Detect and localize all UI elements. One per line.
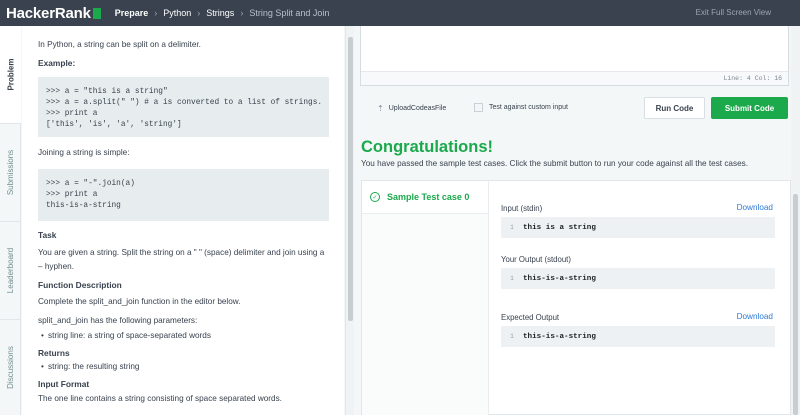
expected-output-value: this-is-a-string [523, 332, 596, 341]
returns-list-item: • string: the resulting string [38, 361, 329, 373]
input-box: 1 this is a string [501, 217, 775, 238]
join-code-block: >>> a = "-".join(a) >>> print a this-is-… [38, 169, 329, 221]
tab-problem-label: Problem [6, 58, 16, 91]
chevron-right-icon: › [197, 8, 201, 18]
upload-code-button[interactable]: ⇡ UploadCodeasFile [377, 104, 446, 113]
input-value: this is a string [523, 223, 596, 232]
hackerrank-logo[interactable]: HackerRank [6, 5, 101, 22]
tab-leaderboard-label: Leaderboard [6, 247, 15, 294]
breadcrumb-python[interactable]: Python [163, 8, 191, 18]
testcase-item[interactable]: ✓ Sample Test case 0 [362, 181, 488, 214]
parameter-list-item: • string line: a string of space-separate… [38, 330, 329, 342]
breadcrumb-current: String Split and Join [249, 8, 330, 18]
expected-output-label: Expected Output [501, 313, 560, 322]
breadcrumb: Prepare › Python › Strings › String Spli… [115, 8, 330, 18]
output-value: this-is-a-string [523, 274, 596, 283]
testcase-list: ✓ Sample Test case 0 [362, 181, 489, 415]
problem-scrollbar[interactable] [345, 26, 354, 415]
output-label: Your Output (stdout) [501, 255, 571, 264]
logo-square-icon [92, 7, 101, 19]
custom-input-toggle[interactable]: Test against custom input [474, 103, 568, 112]
tab-submissions[interactable]: Submissions [0, 124, 21, 222]
tab-leaderboard[interactable]: Leaderboard [0, 222, 21, 320]
task-heading: Task [38, 230, 57, 240]
example-code-block: >>> a = "this is a string" >>> a = a.spl… [38, 77, 329, 137]
line-number: 1 [510, 275, 514, 282]
breadcrumb-prepare[interactable]: Prepare [115, 8, 149, 18]
breadcrumb-strings[interactable]: Strings [206, 8, 234, 18]
test-results-panel: ✓ Sample Test case 0 Input (stdin) Downl… [361, 180, 791, 415]
result-title: Congratulations! [361, 138, 493, 156]
parameters-text: split_and_join has the following paramet… [38, 316, 198, 325]
check-circle-icon: ✓ [370, 192, 380, 202]
logo-text: HackerRank [6, 4, 91, 22]
download-input-link[interactable]: Download [737, 203, 773, 212]
upload-code-label: UploadCodeasFile [388, 105, 447, 112]
result-message: You have passed the sample test cases. C… [361, 159, 749, 168]
function-description-text: Complete the split_and_join function in … [38, 297, 241, 306]
custom-input-label: Test against custom input [489, 104, 568, 111]
vertical-tabs: Problem Submissions Leaderboard Discussi… [0, 26, 21, 415]
output-box: 1 this-is-a-string [501, 268, 775, 289]
line-number: 1 [510, 333, 514, 340]
submit-code-button[interactable]: Submit Code [711, 97, 788, 119]
chevron-right-icon: › [240, 8, 244, 18]
problem-statement: In Python, a string can be split on a de… [22, 26, 344, 415]
custom-input-checkbox[interactable] [474, 103, 483, 112]
line-number: 1 [510, 224, 514, 231]
returns-text: string: the resulting string [48, 362, 140, 371]
editor-panel-scrollbar-thumb[interactable] [793, 194, 798, 415]
returns-heading: Returns [38, 348, 70, 358]
tab-discussions-label: Discussions [6, 346, 15, 389]
upload-icon: ⇡ [377, 104, 384, 113]
input-format-text: The one line contains a string consistin… [38, 394, 282, 403]
function-description-heading: Function Description [38, 280, 122, 290]
exit-full-screen-link[interactable]: Exit Full Screen View [696, 8, 771, 17]
parameter-text: string line: a string of space-separated… [48, 331, 211, 340]
tab-submissions-label: Submissions [6, 149, 16, 196]
tab-problem[interactable]: Problem [0, 26, 21, 124]
problem-scrollbar-thumb[interactable] [348, 37, 353, 321]
bullet-icon: • [41, 331, 44, 340]
chevron-right-icon: › [154, 8, 158, 18]
intro-text: In Python, a string can be split on a de… [38, 40, 201, 49]
join-text: Joining a string is simple: [38, 148, 130, 157]
expected-output-box: 1 this-is-a-string [501, 326, 775, 347]
task-text: You are given a string. Split the string… [38, 248, 325, 271]
example-heading: Example: [38, 58, 76, 68]
tab-discussions[interactable]: Discussions [0, 320, 21, 415]
input-format-heading: Input Format [38, 379, 90, 389]
top-navbar: HackerRank Prepare › Python › Strings › … [0, 0, 800, 26]
download-expected-link[interactable]: Download [737, 312, 773, 321]
editor-panel-scrollbar[interactable] [791, 26, 800, 415]
testcase-label: Sample Test case 0 [387, 192, 470, 202]
bullet-icon: • [41, 362, 44, 371]
run-code-button[interactable]: Run Code [644, 97, 705, 119]
code-editor[interactable]: Line: 4 Col: 16 [360, 26, 789, 86]
editor-status-bar: Line: 4 Col: 16 [361, 71, 788, 85]
input-label: Input (stdin) [501, 204, 543, 213]
